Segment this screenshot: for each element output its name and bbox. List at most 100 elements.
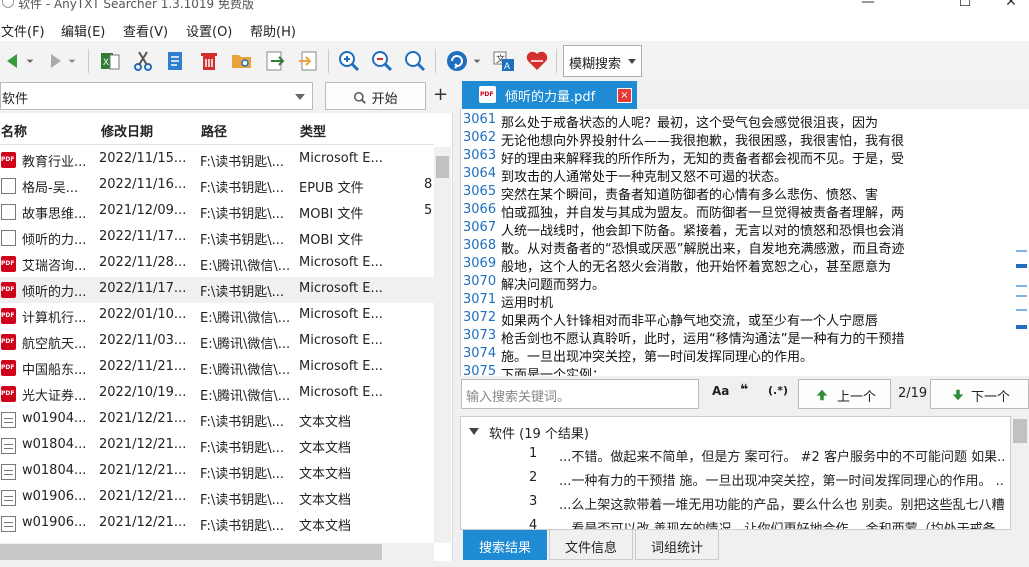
prev-match-button[interactable]: 上一个 [798, 379, 891, 409]
collapse-triangle-icon[interactable] [469, 427, 479, 437]
result-item[interactable]: 1 ...不错。做起来不简单，但是方 案可行。 #2 客户服务中的不可能问题 如果… [461, 446, 1010, 466]
export-excel-button[interactable]: X [97, 47, 123, 75]
document-file-icon [1, 178, 16, 194]
line-number: 3064 [463, 166, 497, 181]
file-path: F:\读书钥匙\... [200, 155, 285, 170]
menu-edit[interactable]: 编辑(E) [61, 21, 105, 40]
pdf-file-icon [1, 152, 16, 168]
pdf-file-icon [1, 334, 16, 350]
file-name: 光大证券... [22, 389, 87, 404]
file-row[interactable]: 航空航天... 2022/11/03... E:\腾讯\微信\... Microsof… [0, 329, 434, 355]
search-results-panel: 软件 (19 个结果) 1 ...不错。做起来不简单，但是方 案可行。 #2 客户… [460, 416, 1011, 530]
line-text: 突然在某个瞬间，责备者知道防御者的心情有多么悲伤、愤怒、害 [501, 188, 879, 203]
menu-view[interactable]: 查看(V) [123, 21, 168, 40]
column-path[interactable]: 路径 [201, 121, 227, 140]
file-path: F:\读书钥匙\... [200, 441, 285, 456]
donate-button[interactable] [524, 47, 550, 75]
file-row[interactable]: 光大证券... 2022/10/19... E:\腾讯\微信\... Microsof… [0, 381, 434, 407]
file-row[interactable]: 故事思维... 2021/12/09... F:\读书钥匙\... MOBI 文件 5 [0, 199, 434, 225]
delete-button[interactable] [196, 47, 222, 75]
file-row[interactable]: 教育行业... 2022/11/15... F:\读书钥匙\... Microsoft… [0, 147, 434, 173]
translate-button[interactable]: 文A [491, 47, 517, 75]
window-title: 软件 - AnyTXT Searcher 1.3.1019 免费版 [18, 0, 254, 11]
file-row[interactable]: 计算机行... 2022/01/10... E:\腾讯\微信\... Microsof… [0, 303, 434, 329]
file-date: 2022/11/17... [99, 229, 187, 244]
tab-search-results[interactable]: 搜索结果 [463, 530, 547, 560]
back-dropdown[interactable] [22, 47, 38, 75]
add-tab-button[interactable]: + [433, 84, 448, 105]
close-window-button[interactable]: ✕ [988, 0, 1029, 16]
match-minimap[interactable] [1013, 109, 1029, 376]
file-name: w01804... [22, 463, 87, 478]
sync-button[interactable] [444, 47, 470, 75]
line-number: 3071 [463, 292, 497, 307]
maximize-button[interactable]: ☐ [942, 0, 988, 16]
file-row[interactable]: 格局-吴... 2022/11/16... F:\读书钥匙\... EPUB 文件 8 [0, 173, 434, 199]
scroll-thumb[interactable] [436, 156, 449, 178]
pdf-file-icon [1, 256, 16, 272]
file-row[interactable]: w01804... 2021/12/21... F:\读书钥匙\... 文本文档 [0, 433, 434, 459]
query-combobox[interactable]: 软件 [0, 82, 313, 110]
zoom-in-button[interactable] [336, 47, 362, 75]
file-row[interactable]: 倾听的力... 2022/11/17... F:\读书钥匙\... Microsoft… [0, 277, 434, 303]
file-row[interactable]: w01906... 2021/12/21... F:\读书钥匙\... 文本文档 [0, 511, 434, 537]
menu-settings[interactable]: 设置(O) [186, 21, 232, 40]
file-row[interactable]: 中国船东... 2022/11/21... E:\腾讯\微信\... Microsof… [0, 355, 434, 381]
file-type: 文本文档 [299, 415, 352, 430]
file-row[interactable]: w01804... 2021/12/21... F:\读书钥匙\... 文本文档 [0, 459, 434, 485]
pdf-file-icon [1, 360, 16, 376]
scroll-thumb[interactable] [1013, 419, 1027, 443]
whole-word-button[interactable]: ❝ [740, 382, 748, 398]
next-match-label: 下一个 [971, 390, 1011, 405]
file-row[interactable]: w01906... 2021/12/21... F:\读书钥匙\... 文本文档 [0, 485, 434, 511]
find-bar: 输入搜索关键词。 Aa ❝ (.*) 上一个 2/19 下一个 [460, 376, 1029, 414]
menu-help[interactable]: 帮助(H) [250, 21, 296, 40]
document-file-icon [1, 230, 16, 246]
forward-dropdown[interactable] [64, 47, 80, 75]
move-button[interactable] [262, 47, 288, 75]
match-case-button[interactable]: Aa [712, 384, 729, 398]
menu-file[interactable]: 文件(F) [1, 21, 45, 40]
match-marker [1016, 285, 1027, 287]
file-path: F:\读书钥匙\... [200, 467, 285, 482]
file-row[interactable]: w01904... 2021/12/21... F:\读书钥匙\... 文本文档 [0, 407, 434, 433]
copy-button[interactable] [162, 47, 188, 75]
status-bar [0, 561, 1029, 567]
file-type: MOBI 文件 [299, 207, 364, 222]
minimize-button[interactable]: — [845, 0, 891, 16]
start-search-button[interactable]: 开始 [325, 82, 426, 110]
file-name: 计算机行... [22, 311, 87, 326]
column-date[interactable]: 修改日期 [101, 121, 153, 140]
next-match-button[interactable]: 下一个 [930, 379, 1029, 409]
cut-button[interactable] [130, 47, 156, 75]
sync-dropdown[interactable] [469, 47, 485, 75]
result-item[interactable]: 3 ...么上架这款带着一堆无用功能的产品，要么什么也 别卖。别把这些乱七八糟..… [461, 494, 1010, 514]
document-text-view[interactable]: 3061 那么处于戒备状态的人呢？最初，这个受气包会感觉很沮丧，因为 3062 无论他… [460, 109, 1029, 376]
regex-button[interactable]: (.*) [768, 384, 788, 397]
line-text: 下面是一个实例： [501, 368, 606, 376]
close-tab-icon[interactable]: × [617, 88, 632, 103]
results-scrollbar[interactable] [1011, 416, 1029, 530]
open-folder-button[interactable] [229, 47, 255, 75]
file-name: 故事思维... [22, 207, 87, 222]
column-type[interactable]: 类型 [300, 121, 326, 140]
result-item[interactable]: 2 ...一种有力的干预措 施。一旦出现冲突关控，第一时间发挥同理心的作用。 ..… [461, 470, 1010, 490]
file-list-vscrollbar[interactable] [434, 147, 451, 543]
result-item[interactable]: 4 ...看是否可以改 善现在的情况，让你们更好地合作。 金和西蒙（均处于戒备..… [461, 518, 1010, 530]
line-number: 3073 [463, 328, 497, 343]
file-row[interactable]: 倾听的力... 2022/11/17... F:\读书钥匙\... MOBI 文件 [0, 225, 434, 251]
find-input[interactable]: 输入搜索关键词。 [461, 379, 699, 409]
file-list-hscrollbar[interactable] [0, 543, 434, 561]
result-number: 4 [529, 518, 538, 530]
column-name[interactable]: 名称 [1, 121, 27, 140]
toolbar-separator [88, 49, 89, 73]
search-mode-select[interactable]: 模糊搜索 [563, 45, 642, 77]
scroll-thumb[interactable] [0, 544, 382, 560]
tab-file-info[interactable]: 文件信息 [549, 530, 633, 560]
document-tab[interactable]: 倾听的力量.pdf × [462, 81, 637, 109]
copy-to-button[interactable] [295, 47, 321, 75]
file-row[interactable]: 艾瑞咨询... 2022/11/28... E:\腾讯\微信\... Microsof… [0, 251, 434, 277]
tab-phrase-stats[interactable]: 词组统计 [635, 530, 719, 560]
zoom-out-button[interactable] [369, 47, 395, 75]
zoom-reset-button[interactable] [402, 47, 428, 75]
